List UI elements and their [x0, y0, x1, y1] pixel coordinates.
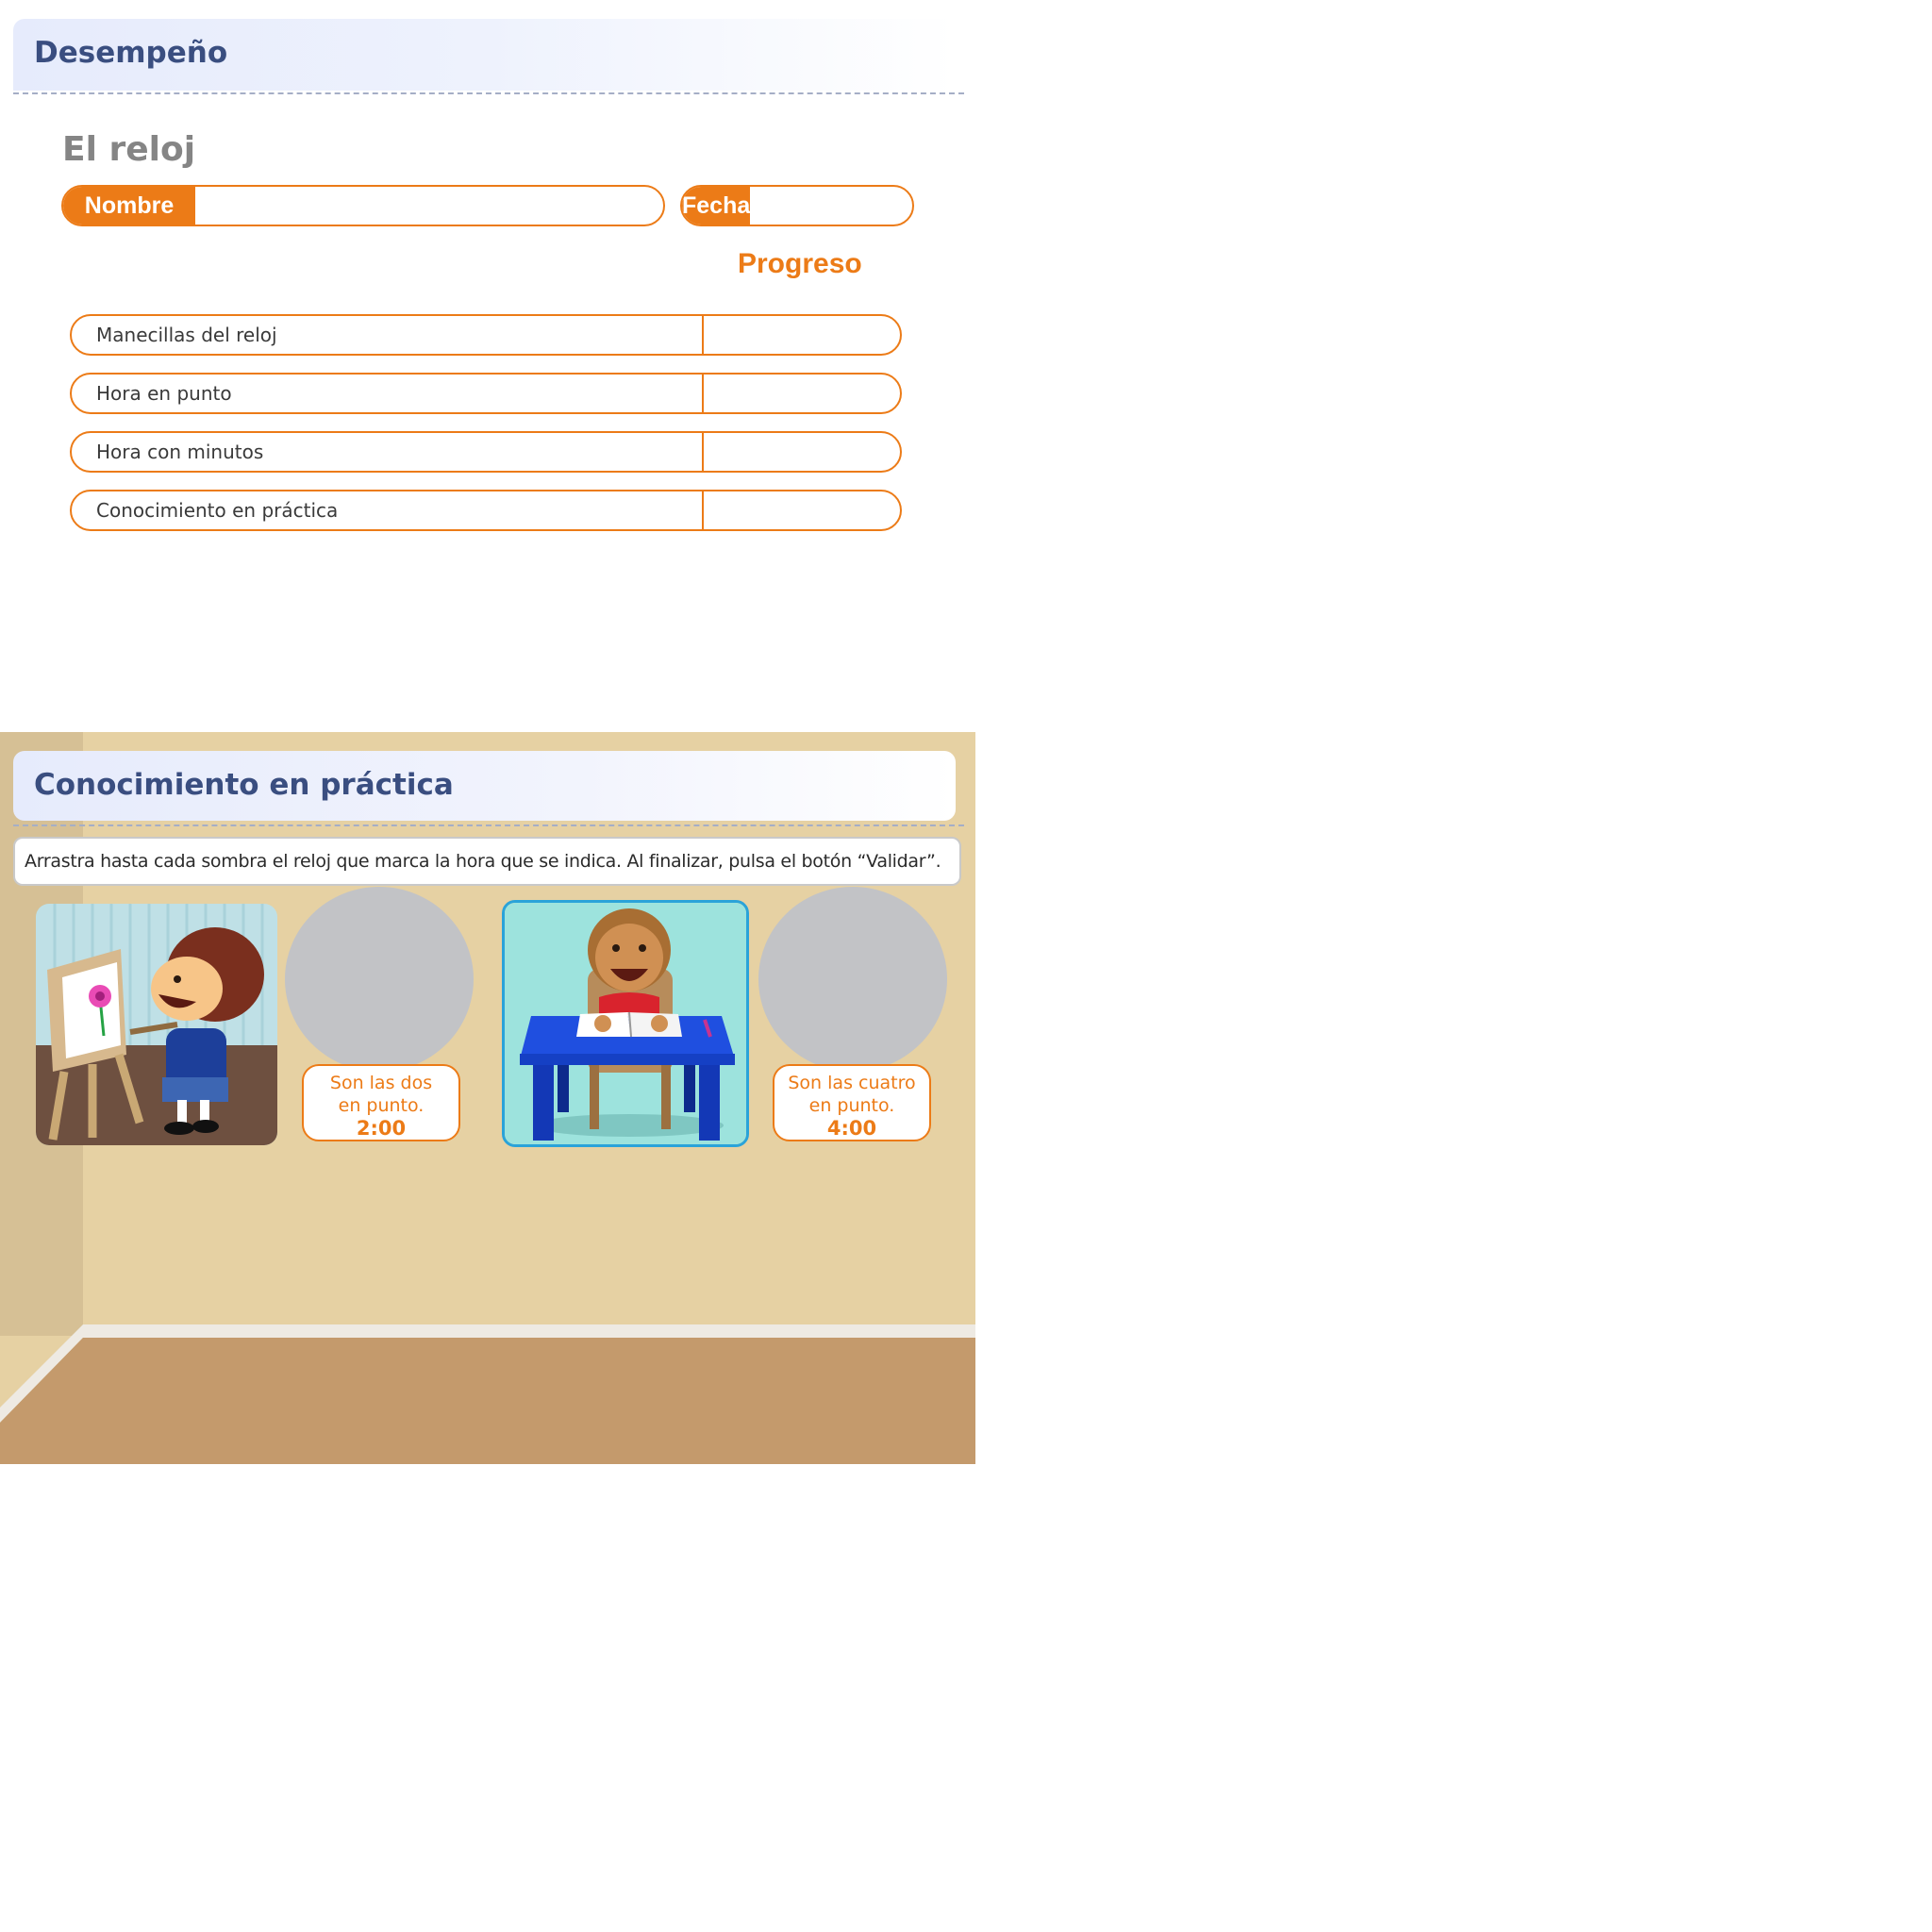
time-card-time: 4:00 [826, 1117, 877, 1140]
date-field: Fecha [680, 185, 914, 226]
time-card-text-line2: en punto. [338, 1095, 425, 1116]
progress-row-practice: Conocimiento en práctica [70, 490, 902, 531]
girl-painting-image [36, 904, 277, 1145]
clock-drop-zone-1[interactable] [285, 887, 474, 1072]
time-card-text-line1: Son las cuatro [788, 1073, 916, 1093]
boy-studying-illustration [502, 900, 749, 1147]
time-card-1: Son las dos en punto. 2:00 [302, 1064, 460, 1141]
page-subtitle: El reloj [62, 130, 196, 169]
date-input[interactable] [750, 187, 912, 225]
progress-row-label: Conocimiento en práctica [96, 499, 339, 522]
progress-row-value [704, 316, 900, 354]
date-label: Fecha [682, 187, 751, 225]
time-card-text-line1: Son las dos [329, 1073, 433, 1093]
name-input[interactable] [195, 187, 663, 225]
girl-painting-illustration [36, 904, 277, 1145]
header-divider [13, 92, 964, 94]
name-field: Nombre [61, 185, 665, 226]
activity-title: Conocimiento en práctica [34, 768, 454, 802]
activity-header-divider [13, 824, 964, 826]
progress-row-value [704, 433, 900, 471]
instruction-text: Arrastra hasta cada sombra el reloj que … [25, 851, 941, 872]
progress-row-minutes: Hora con minutos [70, 431, 902, 473]
progress-row-label: Hora en punto [96, 382, 232, 405]
name-label: Nombre [63, 187, 195, 225]
boy-studying-image [505, 903, 746, 1144]
progress-heading: Progreso [738, 248, 862, 279]
performance-header: Desempeño [13, 19, 957, 91]
activity-header: Conocimiento en práctica [13, 751, 956, 821]
time-card-time: 2:00 [356, 1117, 407, 1140]
instruction-box: Arrastra hasta cada sombra el reloj que … [13, 837, 961, 886]
progress-row-value [704, 375, 900, 412]
activity-panel: Conocimiento en práctica Arrastra hasta … [0, 732, 975, 1464]
clock-drop-zone-2[interactable] [758, 887, 947, 1072]
performance-title: Desempeño [34, 36, 228, 70]
progress-row-label: Manecillas del reloj [96, 324, 277, 346]
time-card-2: Son las cuatro en punto. 4:00 [773, 1064, 931, 1141]
progress-row-exact-hour: Hora en punto [70, 373, 902, 414]
progress-row-hands: Manecillas del reloj [70, 314, 902, 356]
progress-row-label: Hora con minutos [96, 441, 264, 463]
progress-row-value [704, 491, 900, 529]
time-card-text-line2: en punto. [808, 1095, 895, 1116]
